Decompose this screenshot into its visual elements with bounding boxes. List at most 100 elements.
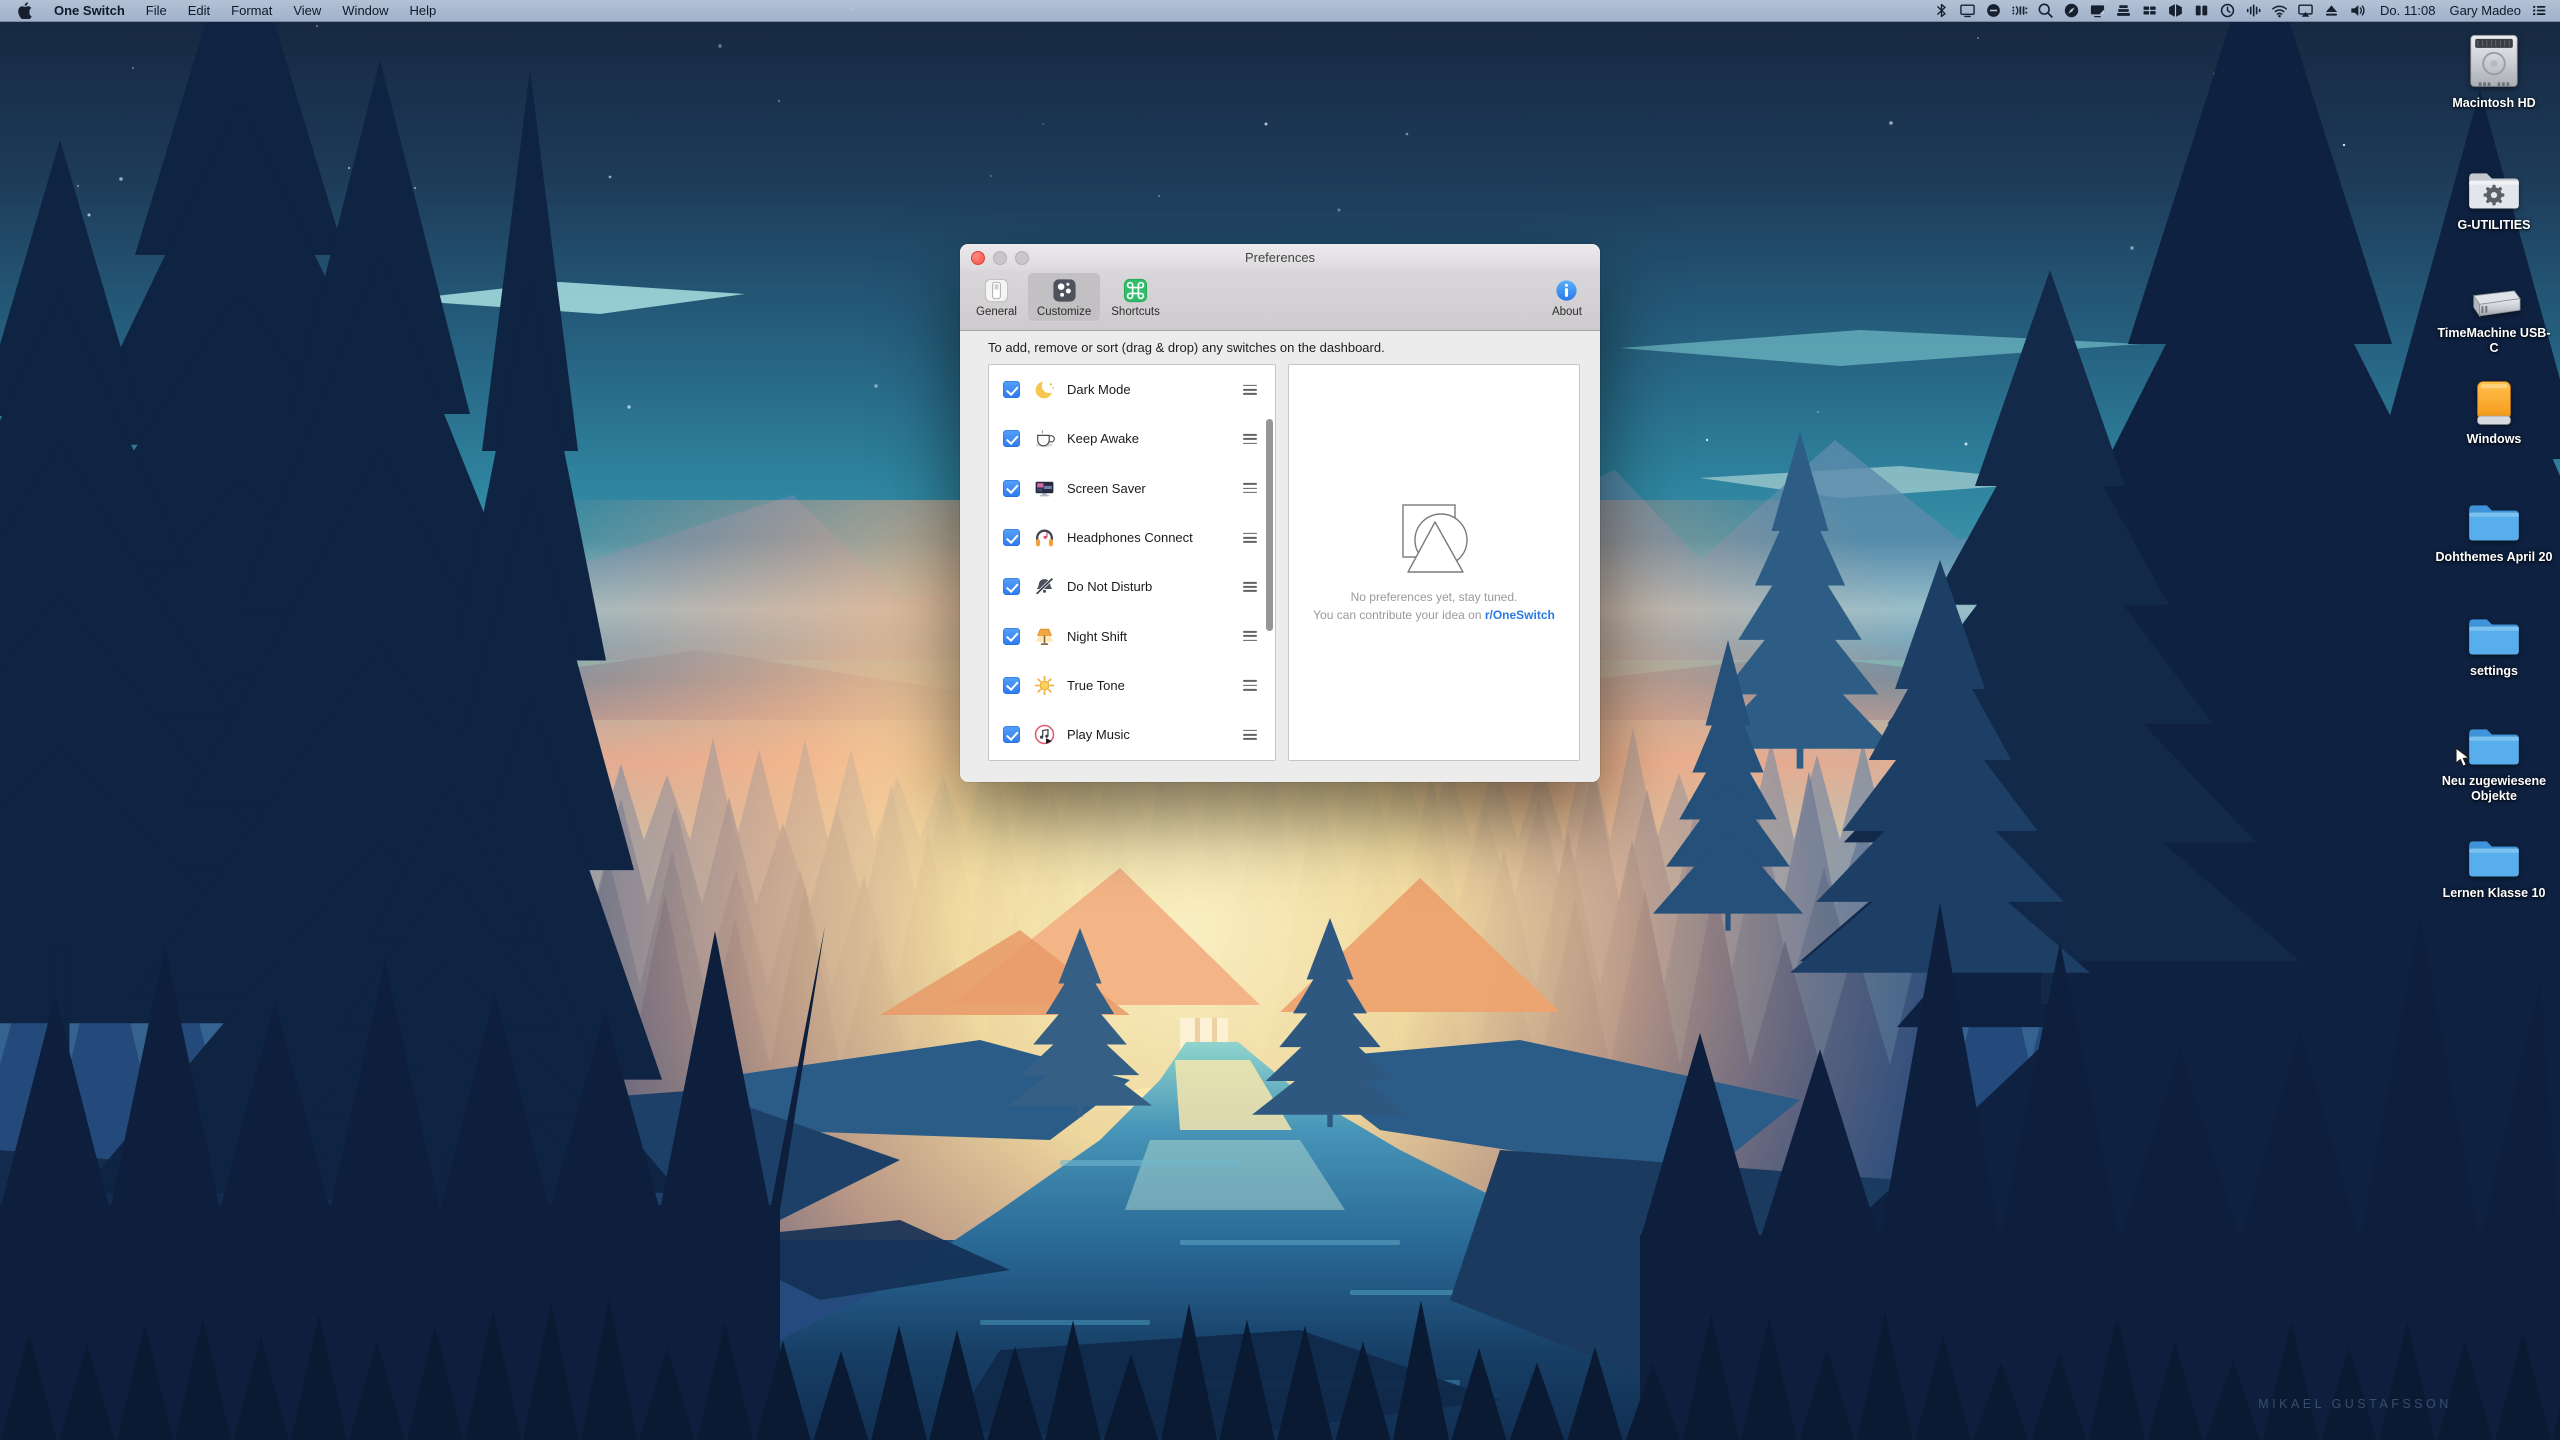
switch-row-screen-saver[interactable]: Screen Saver (989, 464, 1275, 513)
instruction-text: To add, remove or sort (drag & drop) any… (988, 340, 1385, 355)
moon-icon (1033, 378, 1056, 401)
checkbox[interactable] (1003, 430, 1020, 448)
empty-state-text2: You can contribute your idea on r/OneSwi… (1289, 608, 1579, 622)
desktop-icon-label: Lernen Klasse 10 (2442, 886, 2546, 900)
tab-shortcuts[interactable]: Shortcuts (1102, 273, 1169, 321)
compass-icon[interactable] (2063, 2, 2080, 19)
tab-customize[interactable]: Customize (1027, 273, 1101, 321)
about-button[interactable]: About (1543, 273, 1591, 321)
package-icon[interactable] (2167, 2, 2184, 19)
drag-handle-icon[interactable] (1243, 581, 1257, 592)
menu-clock[interactable]: Do. 11:08 (2380, 3, 2435, 18)
switch-label: True Tone (1067, 677, 1125, 693)
menu-edit[interactable]: Edit (188, 3, 210, 18)
bell-slash-icon (1033, 575, 1056, 598)
scrollbar-thumb[interactable] (1265, 419, 1273, 631)
airplay-icon[interactable] (2297, 2, 2314, 19)
switch-label: Play Music (1067, 727, 1130, 743)
switch-label: Headphones Connect (1067, 530, 1193, 546)
folder-icon (2434, 816, 2554, 880)
checkbox[interactable] (1003, 529, 1020, 547)
wifi-icon[interactable] (2271, 2, 2288, 19)
external-drive-icon (2434, 256, 2554, 320)
desktop-icon-label: Macintosh HD (2452, 96, 2536, 110)
tab-label: Customize (1036, 306, 1092, 318)
desktop-icon-settings[interactable]: settings (2434, 594, 2554, 679)
checkbox[interactable] (1003, 726, 1020, 744)
menu-window[interactable]: Window (342, 3, 388, 18)
screensaver-icon (1033, 477, 1056, 500)
display-mirror-icon[interactable] (1959, 2, 1976, 19)
drag-handle-icon[interactable] (1243, 433, 1257, 445)
menu-app-name[interactable]: One Switch (54, 3, 125, 18)
drag-handle-icon[interactable] (1243, 483, 1257, 494)
split-view-icon[interactable] (2193, 2, 2210, 19)
checkbox[interactable] (1003, 479, 1020, 497)
drag-handle-icon[interactable] (1243, 631, 1257, 642)
music-icon (1033, 723, 1056, 746)
shapes-placeholder-icon (1402, 504, 1468, 573)
desktop: MIKAEL GUSTAFSSON One Switch File Edit F… (0, 0, 2560, 1440)
switch-label: Night Shift (1067, 628, 1127, 644)
checkbox[interactable] (1003, 627, 1020, 645)
desktop-icon-macintosh-hd[interactable]: Macintosh HD (2434, 26, 2554, 111)
lamp-icon (1033, 625, 1056, 648)
desktop-icon-g-utilities[interactable]: G-UTILITIES (2434, 148, 2554, 233)
window-content: To add, remove or sort (drag & drop) any… (960, 331, 1600, 782)
desktop-icon-dohthemes-april-20[interactable]: Dohthemes April 20 (2434, 480, 2554, 565)
eject-icon[interactable] (2323, 2, 2340, 19)
switch-row-dark-mode[interactable]: Dark Mode (989, 365, 1275, 414)
coffee-icon (1033, 427, 1056, 450)
switch-row-keep-awake[interactable]: Keep Awake (989, 414, 1275, 463)
empty-state-text: No preferences yet, stay tuned. (1350, 590, 1518, 604)
drag-handle-icon[interactable] (1243, 532, 1257, 543)
detail-panel: No preferences yet, stay tuned. You can … (1288, 364, 1580, 761)
switch-label: Screen Saver (1067, 480, 1146, 496)
stack-icon[interactable] (2141, 2, 2158, 19)
window-title: Preferences (1244, 250, 1316, 265)
drag-handle-icon[interactable] (1243, 729, 1257, 740)
screen-share-icon[interactable] (2089, 2, 2106, 19)
desktop-icon-label: Neu zugewiesene Objekte (2441, 774, 2547, 803)
switch-row-true-tone[interactable]: True Tone (989, 661, 1275, 710)
record-icon[interactable] (1985, 2, 2002, 19)
menu-format[interactable]: Format (231, 3, 272, 18)
audio-eq-icon[interactable] (2011, 2, 2028, 19)
desktop-icon-neu-zugewiesene-objekte[interactable]: Neu zugewiesene Objekte (2434, 704, 2554, 804)
volume-icon[interactable] (2349, 2, 2366, 19)
headphones-icon (1033, 526, 1056, 549)
title-bar[interactable]: Preferences (960, 244, 1600, 270)
apple-menu-icon[interactable] (16, 1, 33, 19)
desktop-icon-label: settings (2470, 664, 2518, 678)
switch-row-headphones-connect[interactable]: Headphones Connect (989, 513, 1275, 562)
desktop-icon-lernen-klasse-10[interactable]: Lernen Klasse 10 (2434, 816, 2554, 901)
spotlight-icon[interactable] (2037, 2, 2054, 19)
drag-handle-icon[interactable] (1243, 680, 1257, 691)
switch-row-night-shift[interactable]: Night Shift (989, 611, 1275, 660)
subreddit-link[interactable]: r/OneSwitch (1485, 608, 1555, 622)
about-label: About (1551, 306, 1582, 318)
switch-plate-icon (983, 277, 1010, 304)
artist-watermark: MIKAEL GUSTAFSSON (2258, 1397, 2452, 1411)
checkbox[interactable] (1003, 578, 1020, 596)
menu-file[interactable]: File (146, 3, 167, 18)
menu-help[interactable]: Help (410, 3, 437, 18)
notification-center-icon[interactable] (2531, 2, 2548, 19)
checkbox[interactable] (1003, 676, 1020, 694)
switch-row-play-music[interactable]: Play Music (989, 710, 1275, 759)
soundwave-icon[interactable] (2245, 2, 2262, 19)
desktop-icon-label: Windows (2466, 432, 2522, 446)
menu-view[interactable]: View (293, 3, 321, 18)
menu-user-name[interactable]: Gary Madeo (2449, 3, 2521, 18)
switch-row-do-not-disturb[interactable]: Do Not Disturb (989, 562, 1275, 611)
mouse-cursor (2455, 747, 2470, 767)
desktop-icon-windows[interactable]: Windows (2434, 362, 2554, 447)
layers-icon[interactable] (2115, 2, 2132, 19)
drag-handle-icon[interactable] (1243, 384, 1257, 395)
desktop-icon-timemachine-usb-c[interactable]: TimeMachine USB-C (2434, 256, 2554, 356)
switch-label: Do Not Disturb (1067, 579, 1153, 595)
time-machine-icon[interactable] (2219, 2, 2236, 19)
bluetooth-icon[interactable] (1933, 2, 1950, 19)
checkbox[interactable] (1003, 381, 1020, 399)
tab-general[interactable]: General (967, 273, 1026, 321)
